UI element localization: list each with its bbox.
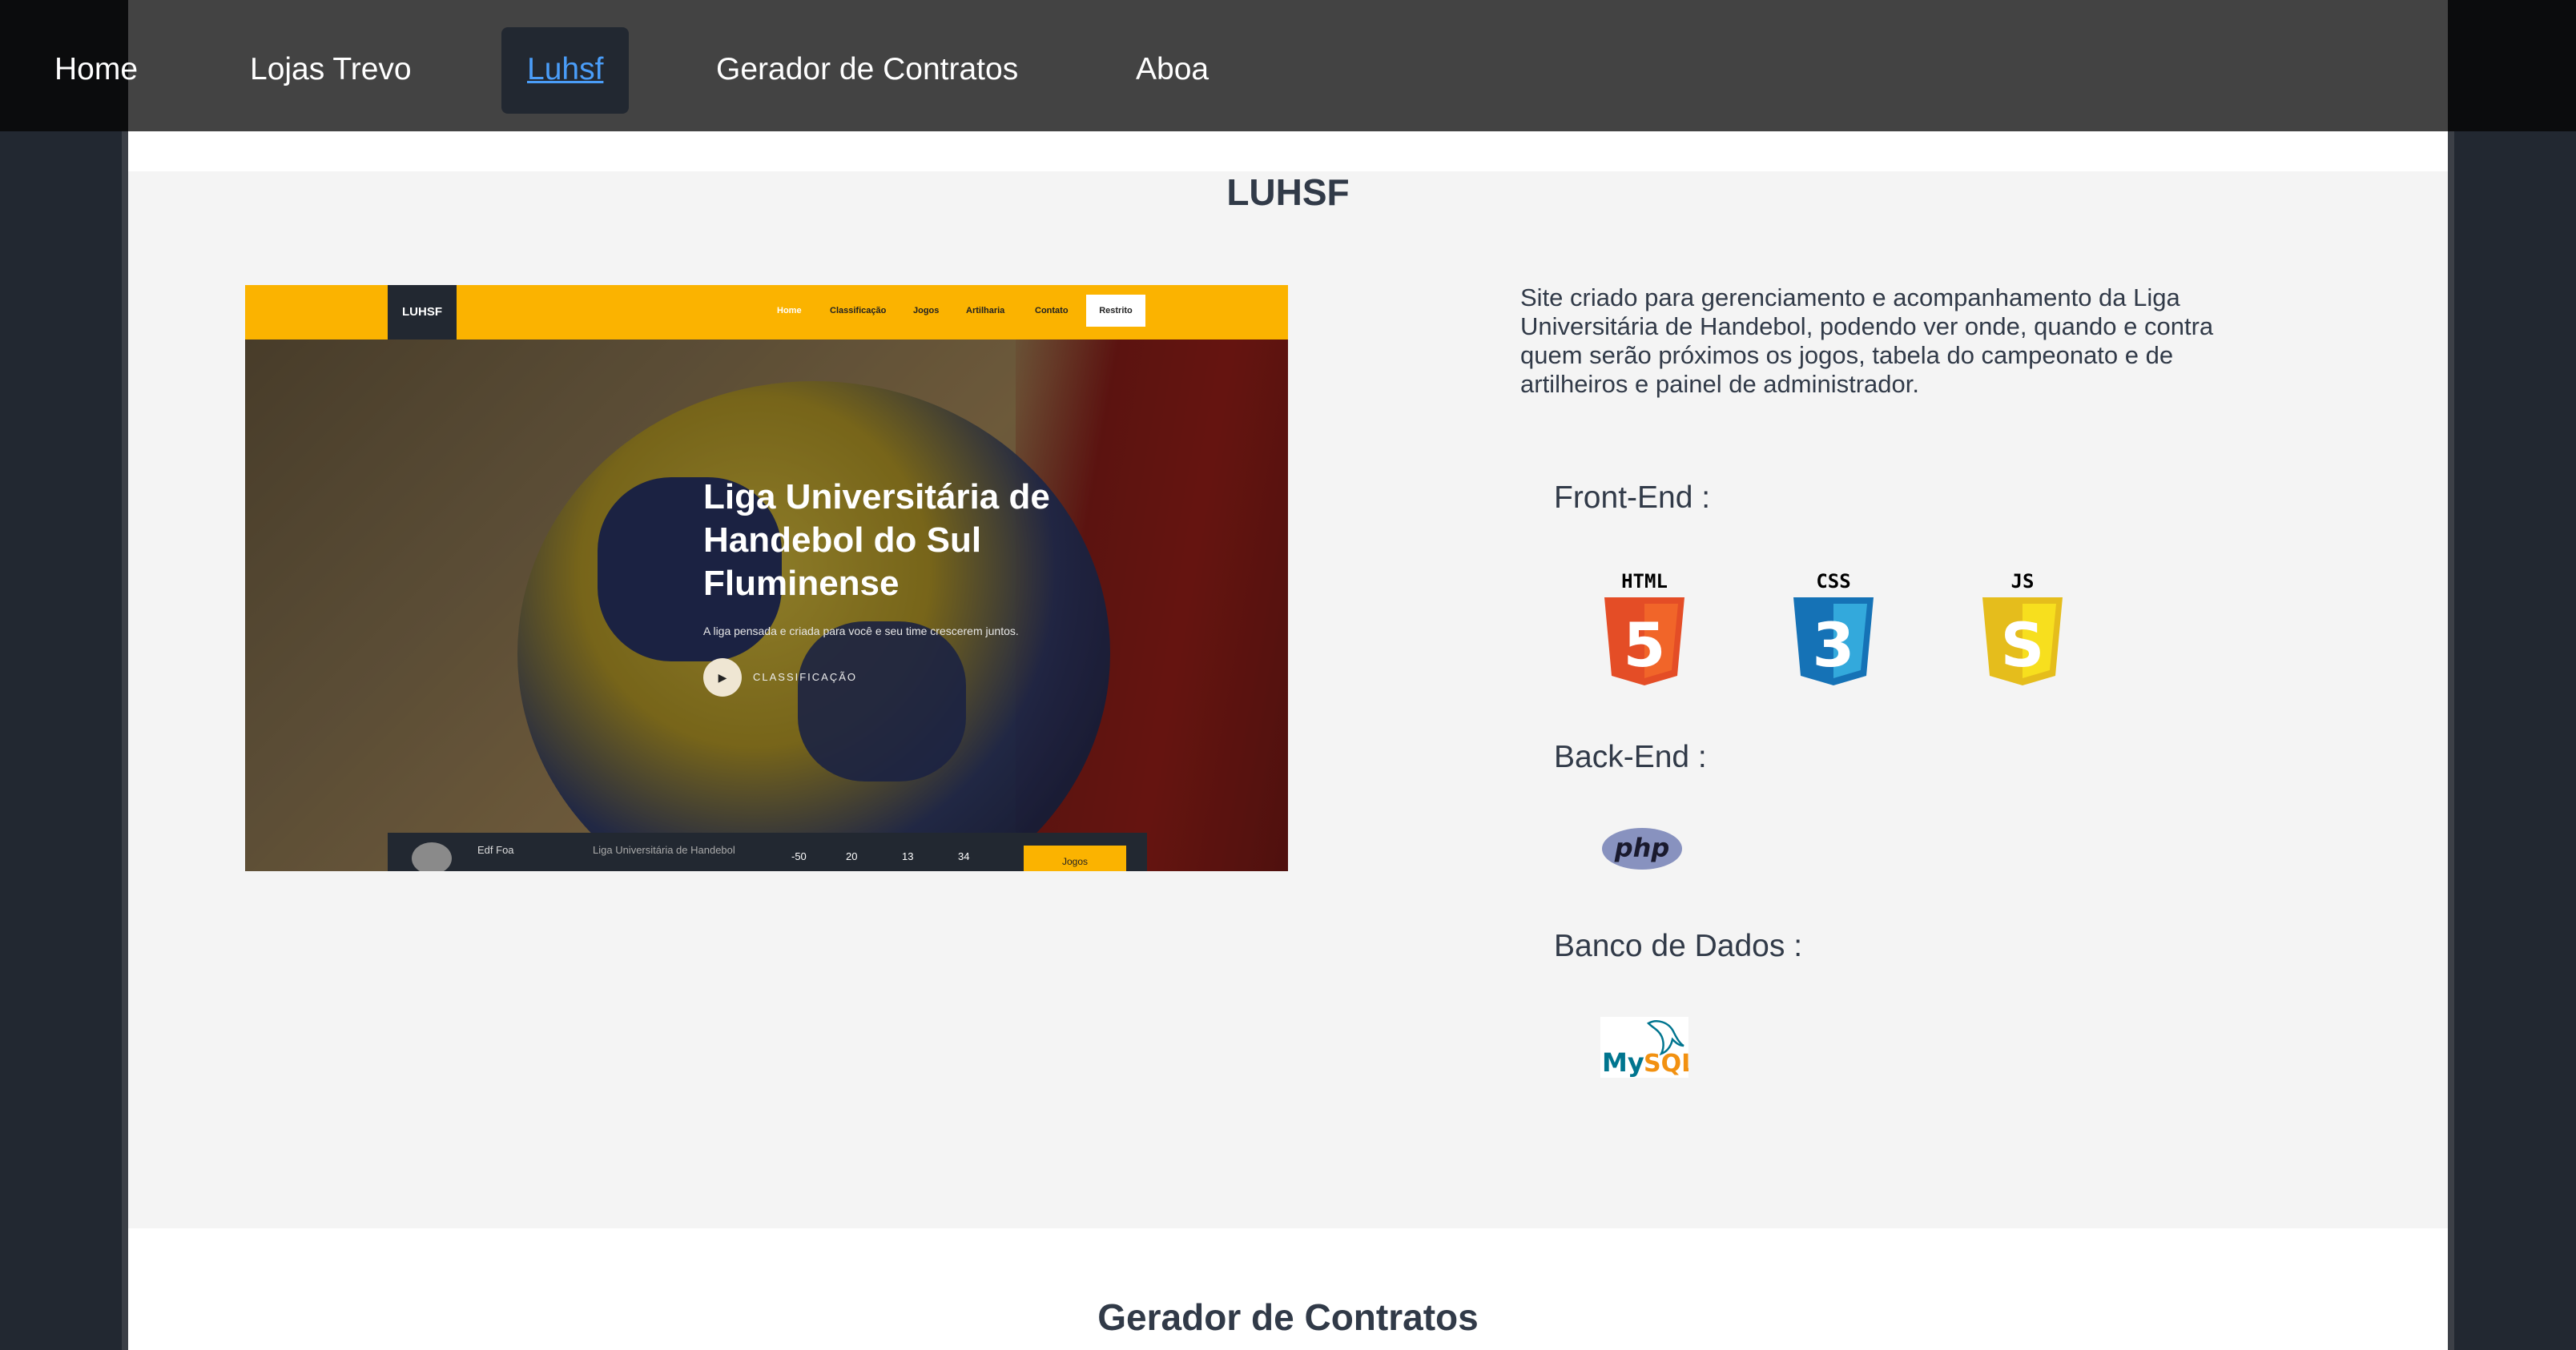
database-label: Banco de Dados : (1554, 929, 1803, 963)
project-screenshot: LUHSF Home Classificação Jogos Artilhari… (245, 285, 1288, 871)
navbar-inner (128, 0, 2448, 131)
php-icon-label: php (1614, 833, 1670, 863)
screenshot-stat: 13 (902, 850, 914, 862)
project-title: LUHSF (1226, 171, 1350, 213)
screenshot-menu-item: Contato (1035, 306, 1069, 315)
nav-item-luhsf[interactable]: Luhsf (501, 27, 630, 114)
nav-item-home[interactable]: Home (54, 27, 138, 114)
screenshot-stat: -50 (791, 850, 807, 862)
screenshot-hero-title: Liga Universitária de Handebol do Sul Fl… (703, 477, 1050, 603)
js-icon: JS S (1978, 569, 2067, 689)
screenshot-cta-label: CLASSIFICAÇÃO (753, 671, 858, 683)
mysql-label-sql: SQL (1644, 1050, 1688, 1078)
js-icon-digit: S (2001, 609, 2045, 681)
html5-icon-label: HTML (1621, 570, 1668, 593)
screenshot-menu-item: Artilharia (966, 306, 1005, 315)
section-title-gerador-de-contratos: Gerador de Contratos (1097, 1296, 1479, 1338)
project-section-luhsf: LUHSF LUHSF Home Classificação Jogos Art… (128, 171, 2448, 1228)
top-navbar: Home Lojas Trevo Luhsf Gerador de Contra… (0, 0, 2576, 131)
screenshot-menu-item: Jogos (913, 306, 940, 315)
play-icon: ▶ (703, 658, 742, 697)
screenshot-restrito-button: Restrito (1086, 295, 1145, 327)
css3-icon-digit: 3 (1813, 609, 1855, 681)
nav-item-gerador-de-contratos[interactable]: Gerador de Contratos (716, 27, 1018, 114)
front-end-label: Front-End : (1554, 480, 1711, 515)
html5-icon: HTML 5 (1600, 569, 1688, 689)
mysql-label-my: My (1602, 1047, 1644, 1078)
css3-icon: CSS 3 (1789, 569, 1878, 689)
screenshot-stat: 20 (846, 850, 858, 862)
screenshot-stat: 34 (958, 850, 970, 862)
screenshot-menu-item: Home (777, 306, 802, 315)
nav-item-aboa[interactable]: Aboa (1136, 27, 1209, 114)
project-description: Site criado para gerenciamento e acompan… (1520, 283, 2214, 398)
screenshot-league-name: Liga Universitária de Handebol (593, 844, 735, 856)
screenshot-jogos-button: Jogos (1024, 846, 1126, 871)
nav-item-lojas-trevo[interactable]: Lojas Trevo (250, 27, 412, 114)
screenshot-team-name: Edf Foa (477, 844, 514, 856)
html5-icon-digit: 5 (1624, 609, 1666, 681)
js-icon-label: JS (2011, 570, 2035, 593)
css3-icon-label: CSS (1816, 570, 1850, 593)
mysql-icon: My SQL (1600, 1017, 1697, 1082)
back-end-label: Back-End : (1554, 740, 1707, 774)
left-gutter (0, 0, 128, 1350)
team-logo-icon (412, 842, 452, 871)
screenshot-hero-subtitle: A liga pensada e criada para você e seu … (703, 625, 1019, 637)
php-icon: php (1600, 826, 1684, 875)
screenshot-logo: LUHSF (388, 285, 457, 340)
screenshot-menu-item: Classificação (830, 306, 887, 315)
right-gutter (2448, 0, 2576, 1350)
